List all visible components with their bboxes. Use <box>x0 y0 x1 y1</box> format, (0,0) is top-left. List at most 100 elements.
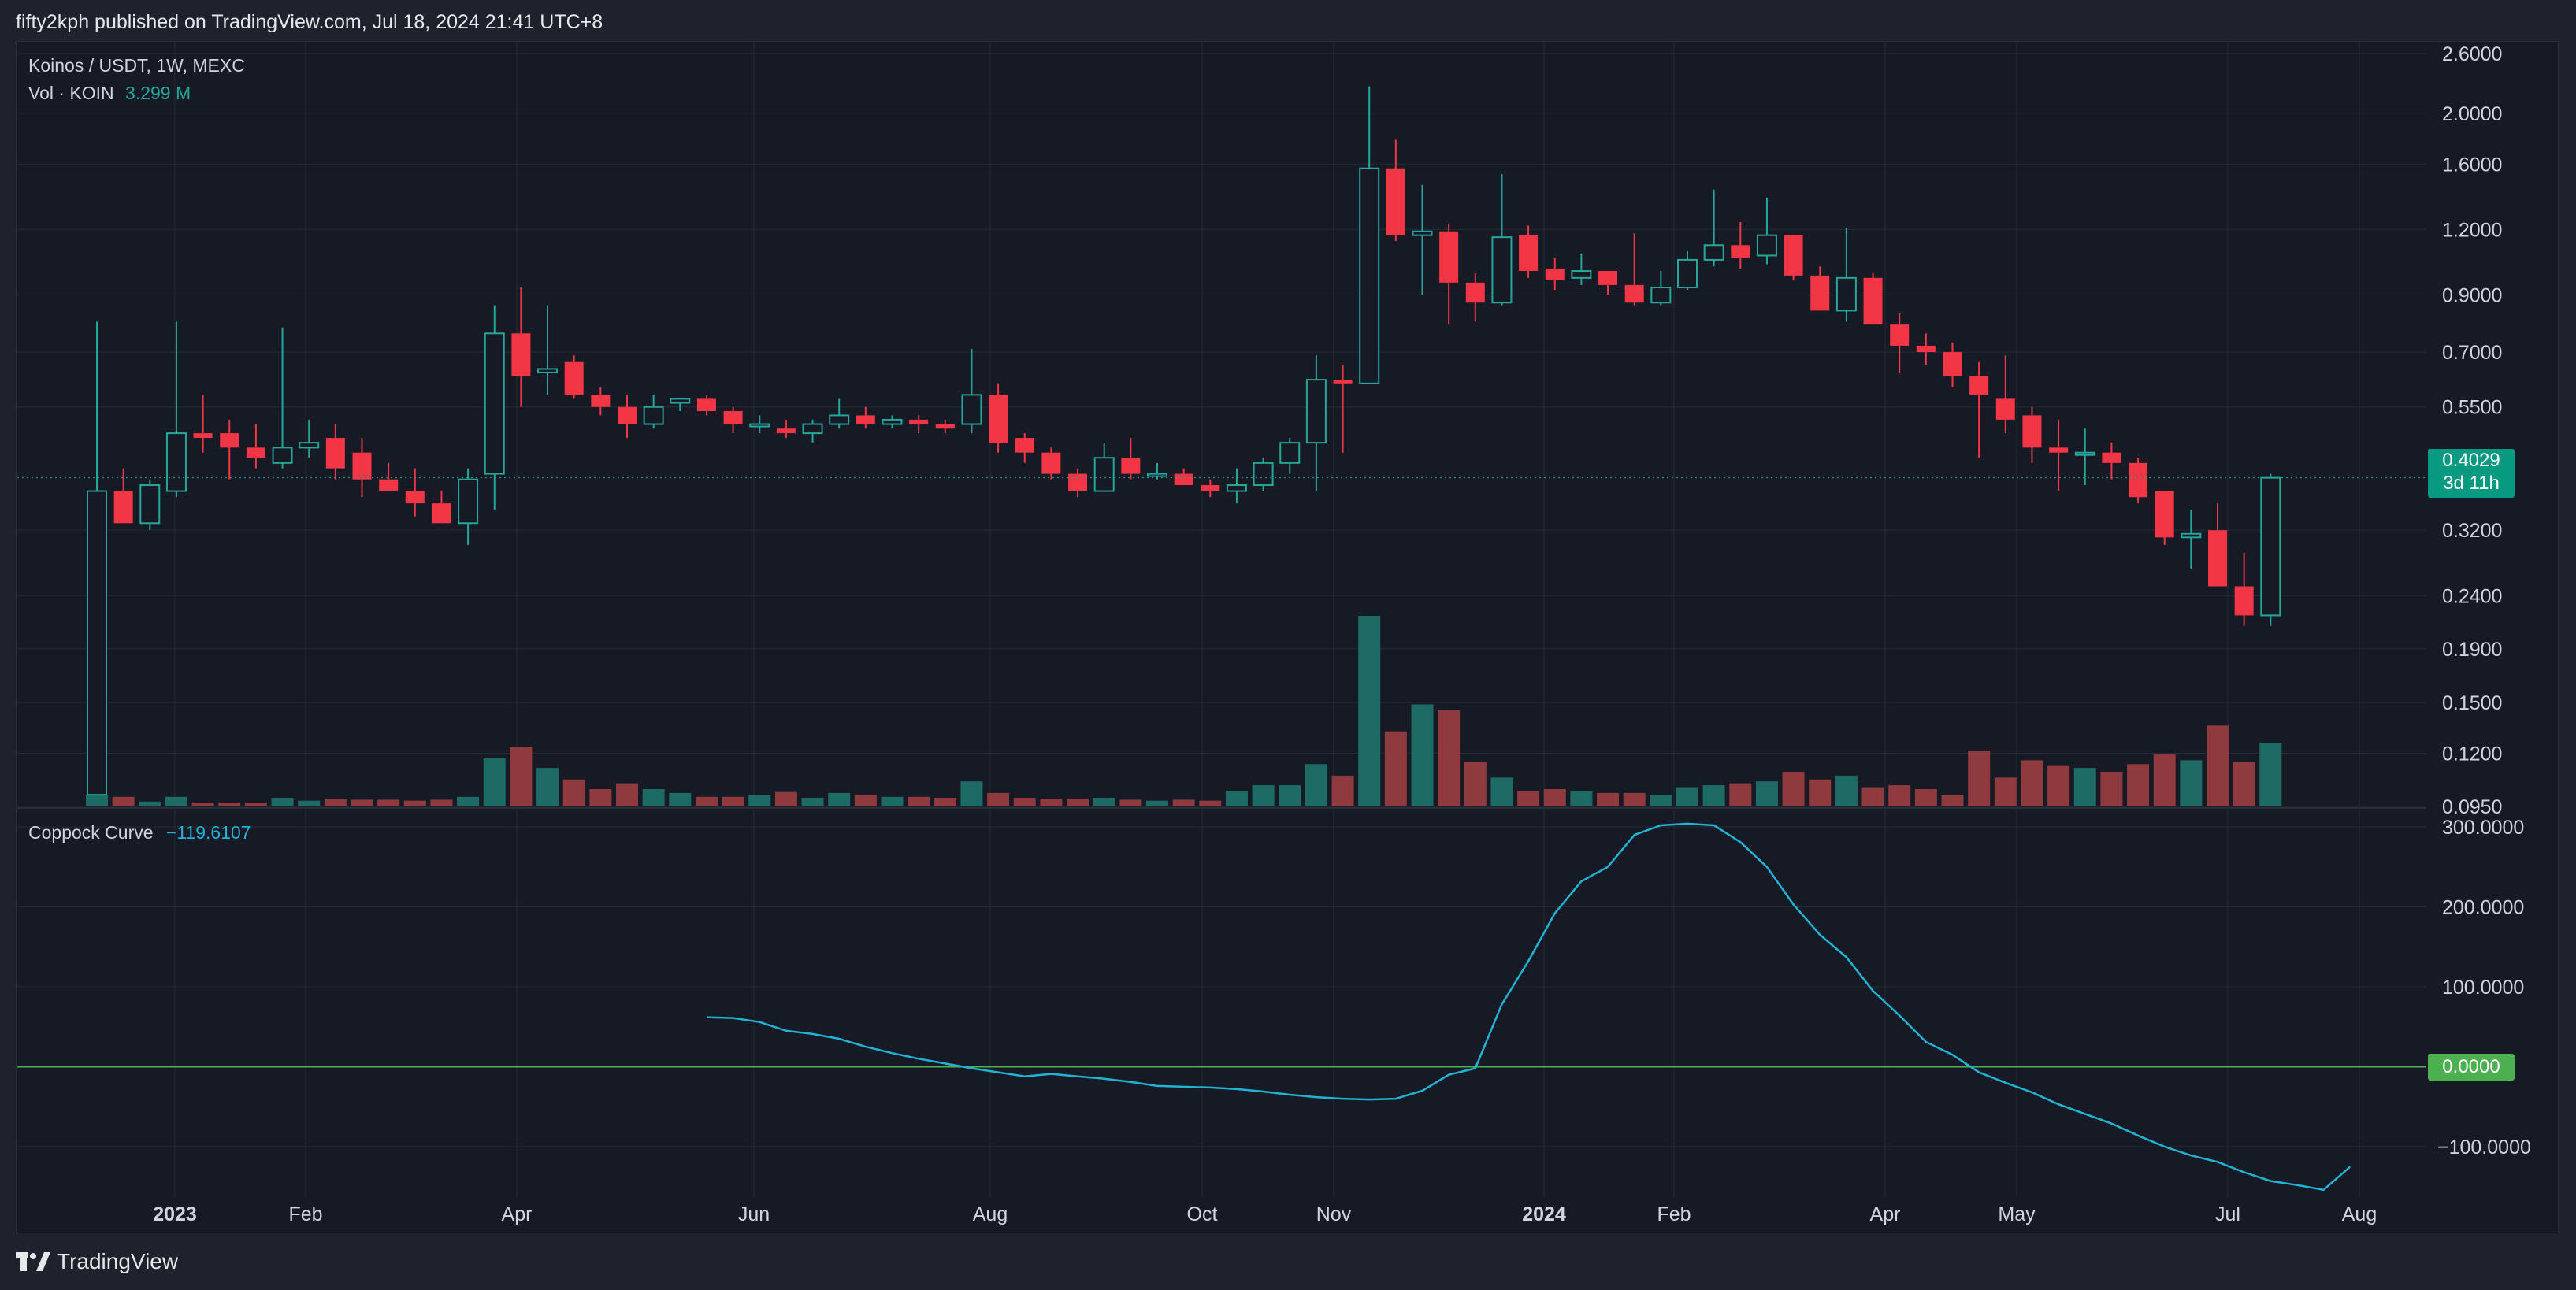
volume-label: Vol · KOIN <box>28 83 114 103</box>
volume-bar <box>1384 731 1407 806</box>
candle-body-down <box>591 395 611 407</box>
candle-body-down <box>2208 530 2227 587</box>
volume-bar <box>562 779 585 806</box>
candle-body-down <box>1519 235 1539 272</box>
y-tick-label: 0.1500 <box>2442 692 2502 714</box>
coppock-curve <box>17 822 2426 1192</box>
volume-bar <box>2207 725 2229 806</box>
candle-body-down <box>1439 231 1459 283</box>
symbol-title: Koinos / USDT, 1W, MEXC <box>28 55 245 76</box>
chart-canvas[interactable]: 2023 Feb Apr Jun Aug Oct Nov 2024 Feb Apr May Jul Au… <box>0 0 2576 1290</box>
volume-bar <box>510 747 533 806</box>
volume-bar <box>1040 799 1063 806</box>
candle-body-up <box>1279 442 1301 464</box>
candle-body-down <box>1624 284 1644 303</box>
candle-body-down <box>246 447 265 458</box>
symbol-legend[interactable]: Koinos / USDT, 1W, MEXC Vol · KOIN 3.299… <box>28 55 245 104</box>
candle-body-down <box>220 433 239 448</box>
volume-bar <box>1755 781 1778 806</box>
zero-line-tag: 0.0000 <box>2428 1054 2515 1081</box>
volume-bar <box>987 792 1010 806</box>
candle-body-down <box>2102 452 2121 463</box>
volume-bar <box>669 792 692 806</box>
candle-body-up <box>139 484 161 525</box>
candle-body-down <box>2049 447 2069 453</box>
volume-bar <box>1331 775 1354 806</box>
tradingview-logo-icon <box>16 1252 50 1271</box>
candle-body-down <box>989 395 1008 443</box>
volume-bar <box>430 799 453 806</box>
candle-body-down <box>405 491 425 504</box>
candle-body-down <box>1201 485 1220 491</box>
candle-body-down <box>1943 352 1962 376</box>
x-tick-label: Apr <box>502 1203 533 1225</box>
candle-body-down <box>564 361 584 395</box>
volume-bar <box>1782 772 1805 806</box>
volume-bar <box>1702 785 1725 806</box>
candle-body-up <box>1756 234 1777 257</box>
candle-body-down <box>1465 282 1485 303</box>
candle-body-down <box>1890 324 1910 346</box>
volume-bar <box>1597 792 1620 806</box>
volume-bar <box>2100 772 2123 806</box>
candle-body-down <box>856 415 875 424</box>
candle-body-down <box>1545 269 1565 280</box>
volume-bar <box>1914 789 1937 806</box>
volume-bar <box>1252 785 1275 806</box>
volume-bar <box>1093 798 1115 806</box>
y-tick-label: 0.0950 <box>2442 796 2502 818</box>
volume-bar <box>457 796 480 806</box>
volume-bar <box>1199 800 1222 806</box>
candle-body-up <box>299 442 320 449</box>
volume-bar <box>112 796 135 806</box>
x-tick-label: Nov <box>1316 1203 1352 1225</box>
indicator-tick-label: −100.0000 <box>2437 1136 2531 1158</box>
y-tick-label: 1.2000 <box>2442 219 2502 241</box>
x-tick-label: Jul <box>2215 1203 2240 1225</box>
volume-bar <box>1172 799 1195 806</box>
candle-body-down <box>325 438 345 469</box>
candle-body-up <box>961 394 982 425</box>
volume-bar <box>881 796 904 806</box>
volume-bar <box>1861 787 1884 806</box>
volume-bar <box>774 791 797 806</box>
x-tick-label: Feb <box>1657 1203 1691 1225</box>
y-tick-label: 0.5500 <box>2442 397 2502 419</box>
candle-body-up <box>749 423 770 428</box>
y-tick-label: 2.0000 <box>2442 103 2502 125</box>
indicator-tick-label: 200.0000 <box>2442 897 2524 919</box>
volume-bar <box>1543 789 1566 806</box>
candle-body-down <box>432 503 451 524</box>
candle-body-up <box>165 432 187 492</box>
volume-bar <box>191 803 214 806</box>
volume-bar <box>748 795 771 806</box>
candle-body-down <box>618 406 637 424</box>
brand-logo[interactable]: TradingView <box>16 1249 178 1274</box>
candle-body-up <box>829 414 850 425</box>
x-tick-label: Feb <box>288 1203 322 1225</box>
volume-bars <box>86 616 2282 806</box>
indicator-legend[interactable]: Coppock Curve −119.6107 <box>28 822 251 843</box>
candle-body-up <box>643 406 664 425</box>
volume-bar <box>1358 616 1381 806</box>
candle-body-down <box>723 411 743 424</box>
volume-bar <box>1438 710 1461 806</box>
x-tick-label: May <box>1998 1203 2036 1225</box>
volume-bar <box>1968 751 1991 806</box>
indicator-value: −119.6107 <box>165 822 251 843</box>
y-tick-label: 0.2400 <box>2442 585 2502 607</box>
volume-bar <box>1888 785 1911 806</box>
candle-body-down <box>1015 438 1034 453</box>
candle-body-down <box>2234 586 2254 616</box>
volume-bar <box>1225 791 1248 806</box>
candle-body-up <box>1147 473 1167 477</box>
volume-bar <box>2180 760 2203 806</box>
candle-body-down <box>1863 277 1883 325</box>
volume-bar <box>86 795 108 806</box>
x-tick-label: 2024 <box>1522 1203 1566 1225</box>
candle-body-up <box>1703 244 1724 261</box>
volume-bar <box>1809 779 1832 806</box>
volume-bar <box>324 799 347 806</box>
candle-body-down <box>2022 415 2042 448</box>
candle-body-down <box>1598 271 1618 285</box>
